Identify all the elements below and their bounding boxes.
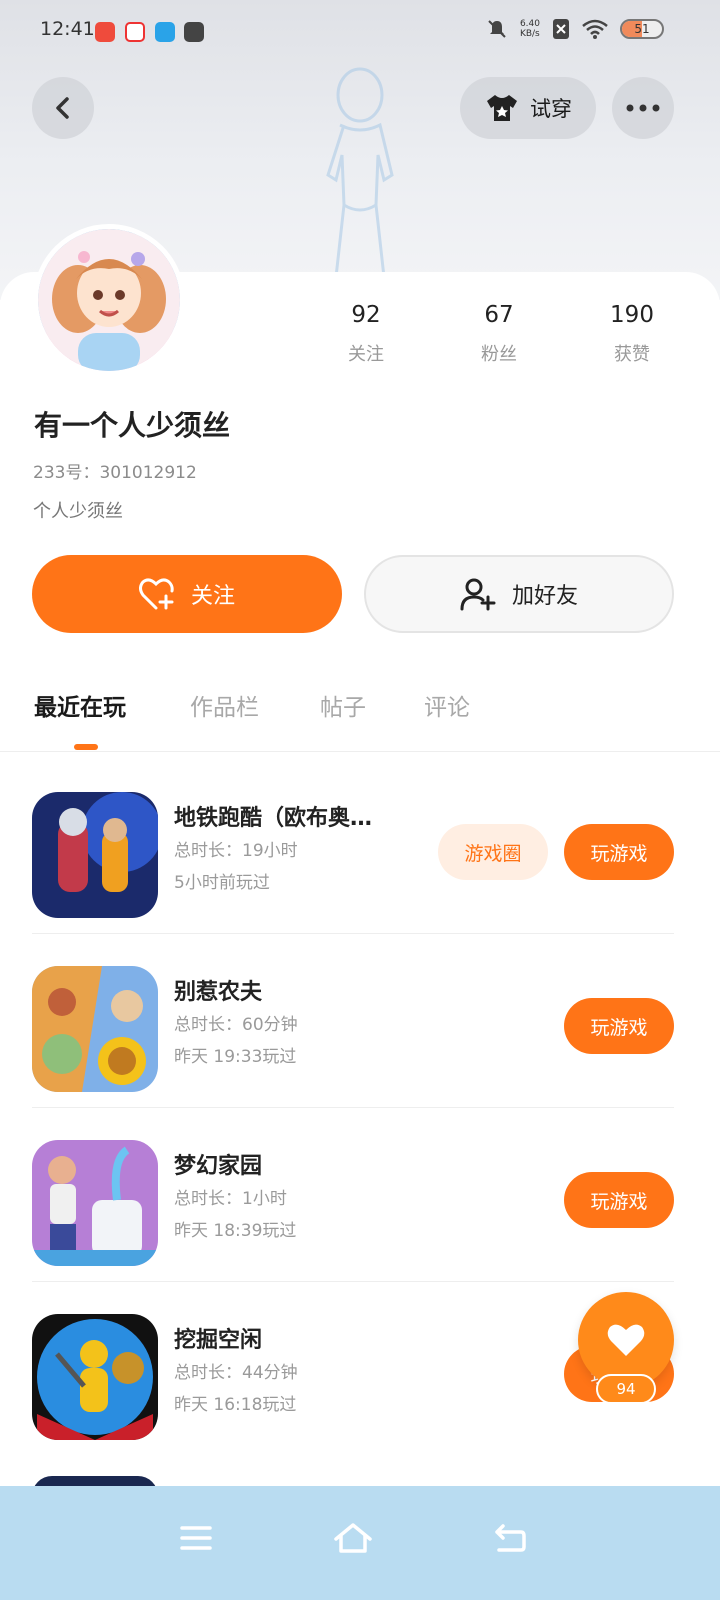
game-last-played: 昨天 16:18玩过 bbox=[174, 1395, 297, 1415]
notification-location-icon bbox=[125, 22, 145, 42]
system-nav-bar bbox=[0, 1486, 720, 1600]
game-duration: 总时长：1小时 bbox=[174, 1189, 287, 1209]
return-icon bbox=[495, 1524, 526, 1552]
active-tab-indicator bbox=[74, 744, 98, 750]
game-duration: 总时长：44分钟 bbox=[174, 1363, 298, 1383]
tab-posts[interactable]: 帖子 bbox=[320, 688, 366, 722]
battery-level: 51 bbox=[634, 22, 650, 36]
play-game-button[interactable]: 玩游戏 bbox=[564, 1172, 674, 1228]
game-duration: 总时长：60分钟 bbox=[174, 1015, 298, 1035]
heart-icon bbox=[607, 1324, 645, 1356]
game-duration: 总时长：19小时 bbox=[174, 841, 298, 861]
wifi-icon bbox=[582, 19, 608, 39]
avatar-figure-silhouette bbox=[326, 67, 394, 296]
status-time: 12:41 bbox=[40, 18, 95, 40]
follow-button[interactable]: 关注 bbox=[32, 555, 342, 633]
tab-works[interactable]: 作品栏 bbox=[190, 688, 259, 722]
list-item[interactable]: 挖掘空闲 总时长：44分钟 昨天 16:18玩过 玩游戏 bbox=[32, 1282, 674, 1456]
tab-comments[interactable]: 评论 bbox=[424, 688, 470, 722]
stat-value: 190 bbox=[610, 302, 654, 328]
play-game-button[interactable]: 玩游戏 bbox=[564, 998, 674, 1054]
mute-bell-icon bbox=[488, 20, 506, 38]
add-friend-button[interactable]: 加好友 bbox=[364, 555, 674, 633]
profile-tabs: 最近在玩 作品栏 帖子 评论 bbox=[0, 680, 720, 752]
follow-label: 关注 bbox=[190, 584, 235, 609]
notification-send-icon bbox=[155, 22, 175, 42]
list-item[interactable]: 梦幻家园 总时长：1小时 昨天 18:39玩过 玩游戏 bbox=[32, 1108, 674, 1282]
back-nav-button[interactable] bbox=[480, 1508, 540, 1568]
status-right-group: 6.40 KB/s 51 bbox=[486, 18, 664, 40]
like-count: 94 bbox=[596, 1374, 656, 1404]
menu-icon bbox=[180, 1526, 212, 1550]
more-dots-icon bbox=[626, 104, 660, 112]
stat-following[interactable]: 92 关注 bbox=[316, 302, 416, 366]
stat-label: 关注 bbox=[348, 344, 384, 365]
homescapes-icon bbox=[32, 1140, 158, 1266]
game-circle-button[interactable]: 游戏圈 bbox=[438, 824, 548, 880]
game-title: 挖掘空闲 bbox=[174, 1328, 263, 1353]
anime-avatar-image bbox=[38, 229, 180, 371]
avatar[interactable] bbox=[33, 224, 185, 376]
notification-app-icon bbox=[95, 22, 115, 42]
stat-label: 获赞 bbox=[614, 344, 650, 365]
dig-idle-icon bbox=[32, 1314, 158, 1440]
try-on-button[interactable]: 试穿 bbox=[460, 77, 596, 139]
stat-value: 67 bbox=[484, 302, 514, 328]
game-title: 地铁跑酷（欧布奥… bbox=[174, 806, 373, 831]
game-title: 梦幻家园 bbox=[174, 1154, 263, 1179]
tab-recent-played[interactable]: 最近在玩 bbox=[34, 688, 126, 722]
profile-name: 有一个人少须丝 bbox=[34, 409, 231, 442]
notification-bag-icon bbox=[184, 22, 204, 42]
battery-indicator: 51 bbox=[620, 19, 664, 39]
sim-icon bbox=[553, 19, 569, 39]
tshirt-icon bbox=[487, 95, 517, 121]
heart-plus-icon bbox=[138, 578, 174, 610]
more-button[interactable] bbox=[612, 77, 674, 139]
stat-value: 92 bbox=[351, 302, 381, 328]
home-button[interactable] bbox=[323, 1508, 383, 1568]
status-bar: 12:41 6.40 KB/s 51 bbox=[0, 0, 720, 62]
menu-button[interactable] bbox=[166, 1508, 226, 1568]
profile-bio: 个人少须丝 bbox=[33, 501, 123, 522]
list-item[interactable]: 别惹农夫 总时长：60分钟 昨天 19:33玩过 玩游戏 bbox=[32, 934, 674, 1108]
add-friend-label: 加好友 bbox=[511, 584, 578, 609]
game-title: 别惹农夫 bbox=[174, 980, 263, 1005]
stat-followers[interactable]: 67 粉丝 bbox=[449, 302, 549, 366]
add-user-icon bbox=[460, 578, 496, 611]
profile-uid: 233号：301012912 bbox=[33, 463, 197, 483]
network-speed: 6.40 KB/s bbox=[519, 19, 540, 39]
play-game-button[interactable]: 玩游戏 bbox=[564, 824, 674, 880]
game-last-played: 5小时前玩过 bbox=[174, 873, 270, 893]
chevron-left-icon bbox=[56, 97, 69, 119]
game-last-played: 昨天 19:33玩过 bbox=[174, 1047, 297, 1067]
back-button[interactable] bbox=[32, 77, 94, 139]
game-last-played: 昨天 18:39玩过 bbox=[174, 1221, 297, 1241]
stat-label: 粉丝 bbox=[481, 344, 517, 365]
home-icon bbox=[334, 1523, 372, 1553]
stat-likes[interactable]: 190 获赞 bbox=[582, 302, 682, 366]
plants-vs-zombies-icon bbox=[32, 966, 158, 1092]
list-item[interactable]: 地铁跑酷（欧布奥… 总时长：19小时 5小时前玩过 游戏圈 玩游戏 bbox=[32, 760, 674, 934]
subway-surfers-icon bbox=[32, 792, 158, 918]
try-on-label: 试穿 bbox=[530, 97, 572, 121]
